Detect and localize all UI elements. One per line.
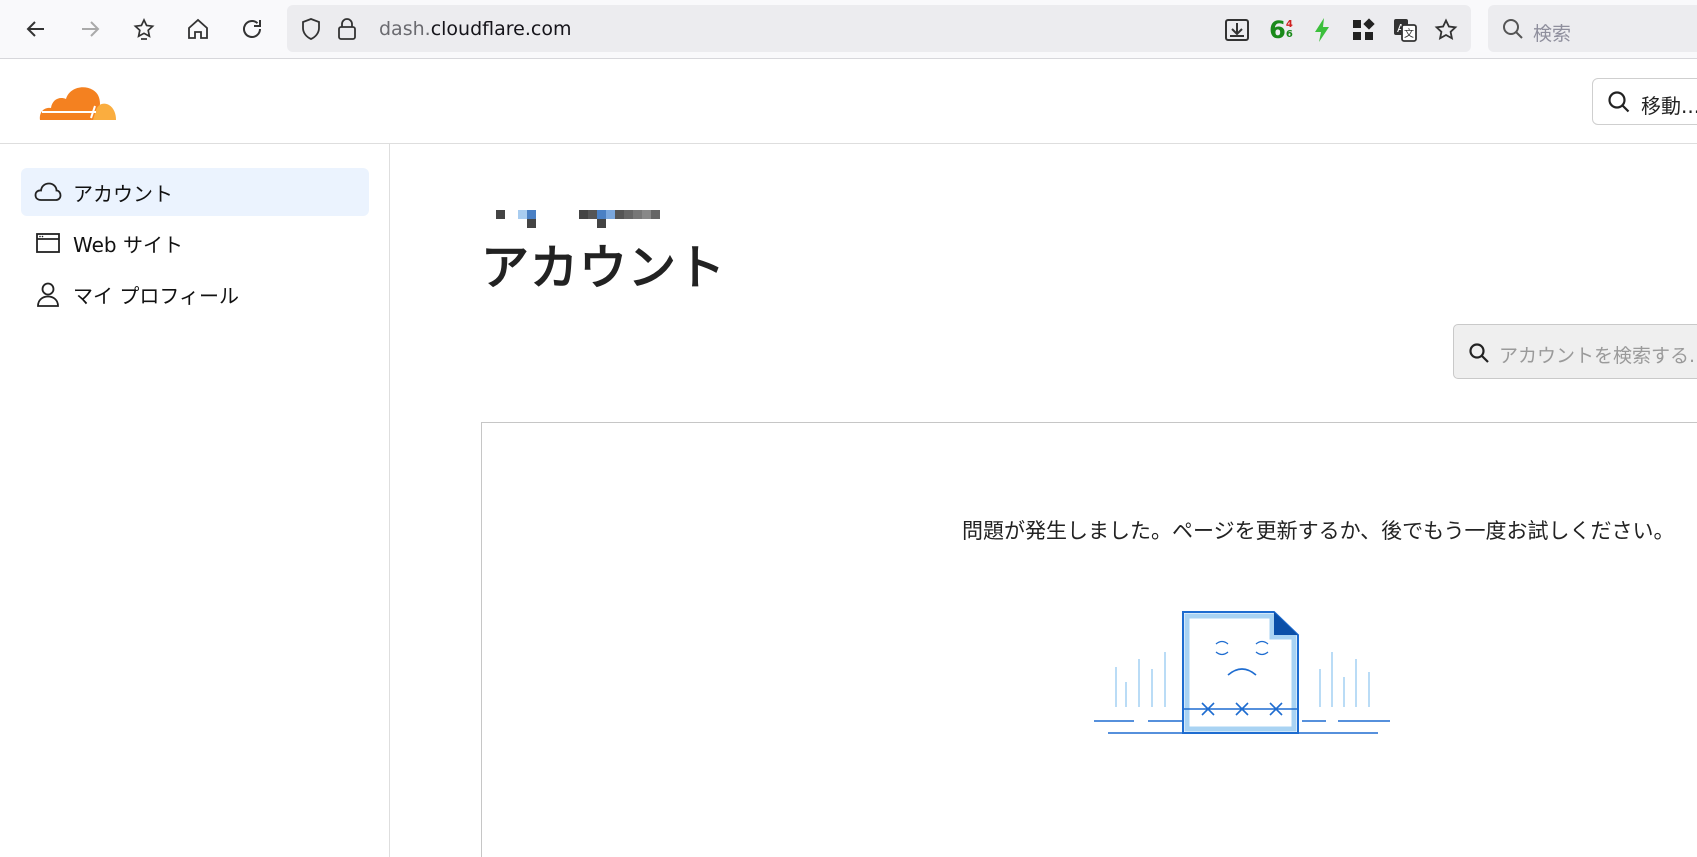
extension-badge-bottom: 6 bbox=[1285, 29, 1293, 40]
page-title: アカウント bbox=[481, 240, 727, 296]
sidebar-item-profile[interactable]: マイ プロフィール bbox=[21, 270, 369, 318]
star-list-icon bbox=[133, 18, 155, 40]
lightning-icon[interactable] bbox=[1308, 16, 1336, 44]
browser-window-icon bbox=[33, 228, 63, 258]
cloudflare-logo-icon bbox=[39, 87, 116, 120]
browser-search-bar[interactable]: 検索 bbox=[1488, 5, 1697, 52]
browser-search-placeholder: 検索 bbox=[1533, 23, 1572, 45]
home-button[interactable] bbox=[180, 10, 216, 48]
browser-toolbar: dash.cloudflare.com 6 4 6 A文 検索 bbox=[0, 0, 1697, 59]
sidebar-item-label: アカウント bbox=[73, 181, 173, 206]
extension-badge-sub: 4 6 bbox=[1286, 20, 1293, 40]
url-text[interactable]: dash.cloudflare.com bbox=[379, 18, 571, 40]
goto-button[interactable]: 移動... bbox=[1592, 78, 1697, 125]
cloudflare-logo[interactable] bbox=[38, 82, 118, 126]
account-search-placeholder: アカウントを検索する... bbox=[1499, 345, 1697, 367]
translate-icon[interactable]: A文 bbox=[1391, 16, 1419, 44]
shield-icon[interactable] bbox=[297, 15, 325, 43]
back-button[interactable] bbox=[18, 10, 54, 48]
goto-label: 移動... bbox=[1641, 94, 1697, 118]
sidebar-item-account[interactable]: アカウント bbox=[21, 168, 369, 216]
main-content: アカウント アカウントを検索する... 問題が発生しました。ページを更新するか、… bbox=[391, 144, 1697, 857]
forward-button[interactable] bbox=[72, 10, 108, 48]
extension-badge-button[interactable]: 6 4 6 bbox=[1265, 16, 1297, 44]
url-bar[interactable]: dash.cloudflare.com 6 4 6 A文 bbox=[287, 5, 1471, 52]
star-icon[interactable] bbox=[1432, 16, 1460, 44]
extension-badge-main: 6 bbox=[1269, 16, 1286, 44]
lock-icon[interactable] bbox=[333, 15, 361, 43]
url-prefix: dash. bbox=[379, 18, 431, 40]
arrow-right-icon bbox=[82, 21, 100, 37]
app-header: 移動... bbox=[0, 60, 1697, 144]
search-icon bbox=[1503, 19, 1523, 39]
svg-text:文: 文 bbox=[1404, 27, 1414, 40]
home-icon bbox=[188, 18, 208, 39]
reload-button[interactable] bbox=[234, 10, 270, 48]
search-icon bbox=[1608, 91, 1630, 113]
sidebar-item-websites[interactable]: Web サイト bbox=[21, 219, 369, 267]
sidebar: アカウント Web サイト マイ プロフィール bbox=[0, 144, 390, 857]
url-domain: cloudflare.com bbox=[430, 18, 572, 40]
cloud-icon bbox=[33, 177, 63, 207]
error-message: 問題が発生しました。ページを更新するか、後でもう一度お試しください。 bbox=[962, 519, 1675, 543]
sad-document-illustration bbox=[1094, 597, 1394, 751]
search-icon bbox=[1469, 343, 1489, 363]
account-search-input[interactable]: アカウントを検索する... bbox=[1453, 324, 1697, 379]
reload-icon bbox=[243, 20, 261, 38]
download-icon[interactable] bbox=[1223, 16, 1251, 44]
error-card: 問題が発生しました。ページを更新するか、後でもう一度お試しください。 bbox=[481, 422, 1697, 857]
user-icon bbox=[33, 279, 63, 309]
sidebar-item-label: Web サイト bbox=[73, 232, 183, 257]
sad-document-icon bbox=[1094, 611, 1390, 734]
sidebar-item-label: マイ プロフィール bbox=[73, 283, 239, 308]
qr-code-icon[interactable] bbox=[1349, 16, 1377, 44]
bookmarks-button[interactable] bbox=[126, 10, 162, 48]
arrow-left-icon bbox=[26, 21, 44, 37]
